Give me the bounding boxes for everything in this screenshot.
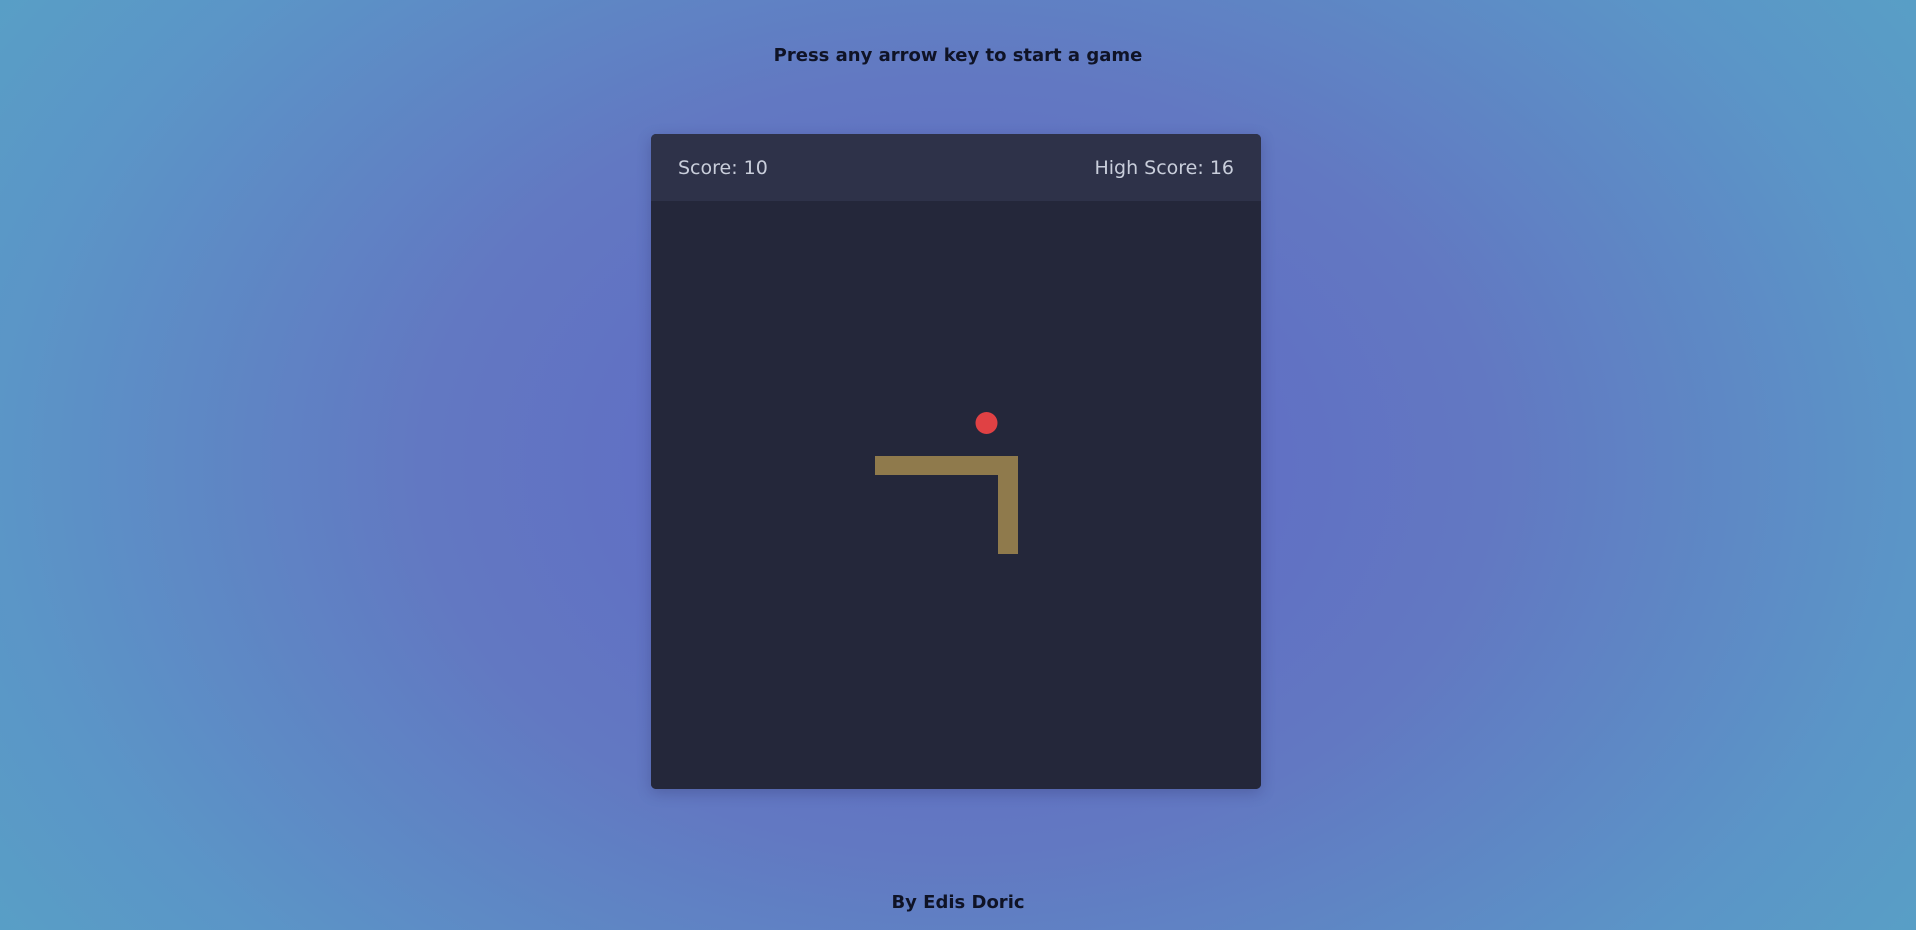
snake-horizontal-segment: [875, 456, 1018, 475]
game-board-canvas[interactable]: [651, 201, 1261, 789]
high-score-label: High Score: 16: [1094, 157, 1234, 179]
snake-vertical-segment: [998, 456, 1018, 554]
score-bar: Score: 10 High Score: 16: [651, 134, 1261, 201]
score-label: Score: 10: [678, 157, 768, 179]
food-dot: [975, 412, 998, 434]
author-credit: By Edis Doric: [891, 892, 1025, 913]
start-instructions: Press any arrow key to start a game: [773, 45, 1143, 66]
game-board[interactable]: [651, 201, 1261, 789]
game-container: Score: 10 High Score: 16: [651, 134, 1261, 789]
snake: [875, 456, 1018, 554]
